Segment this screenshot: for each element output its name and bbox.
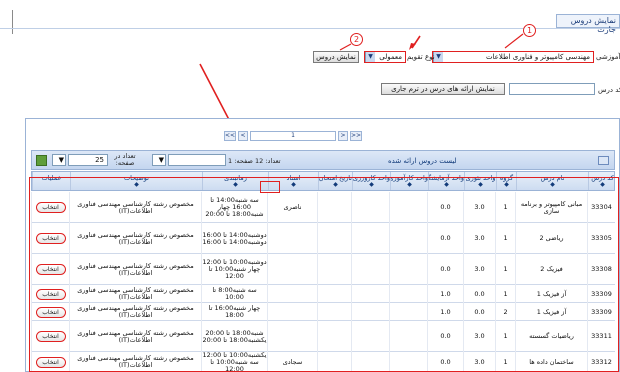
- page-size-input[interactable]: 25: [68, 154, 108, 166]
- per-page-label: تعداد در صفحه:: [114, 152, 136, 167]
- pager-next[interactable]: >: [338, 131, 348, 141]
- arrow-marker-2: [339, 43, 352, 51]
- table-highlight: [29, 177, 619, 372]
- page-select[interactable]: ▼: [152, 154, 166, 166]
- arrow-type-head: [409, 43, 416, 50]
- page-input[interactable]: [168, 154, 226, 166]
- record-count-label: تعداد: 12 صفحه: 1: [228, 157, 281, 165]
- pager-prev[interactable]: <: [238, 131, 248, 141]
- chevron-down-icon: ▼: [58, 156, 64, 164]
- pager-last[interactable]: >>: [350, 131, 362, 141]
- table-title: لیست دروس ارائه شده: [388, 157, 457, 165]
- table-titlebar: ▼ 25 تعداد در صفحه: ▼ تعداد: 12 صفحه: 1 …: [31, 150, 615, 170]
- refresh-icon[interactable]: [36, 155, 47, 166]
- instructor-header-highlight: [260, 181, 280, 193]
- page-size-select[interactable]: ▼: [52, 154, 66, 166]
- pager-first[interactable]: <<: [224, 131, 236, 141]
- grid-icon: [598, 156, 609, 165]
- chevron-down-icon: ▼: [158, 156, 164, 164]
- pager: << < 1 > >>: [224, 131, 396, 143]
- pager-current[interactable]: 1: [250, 131, 336, 141]
- arrow-marker-1: [504, 33, 524, 49]
